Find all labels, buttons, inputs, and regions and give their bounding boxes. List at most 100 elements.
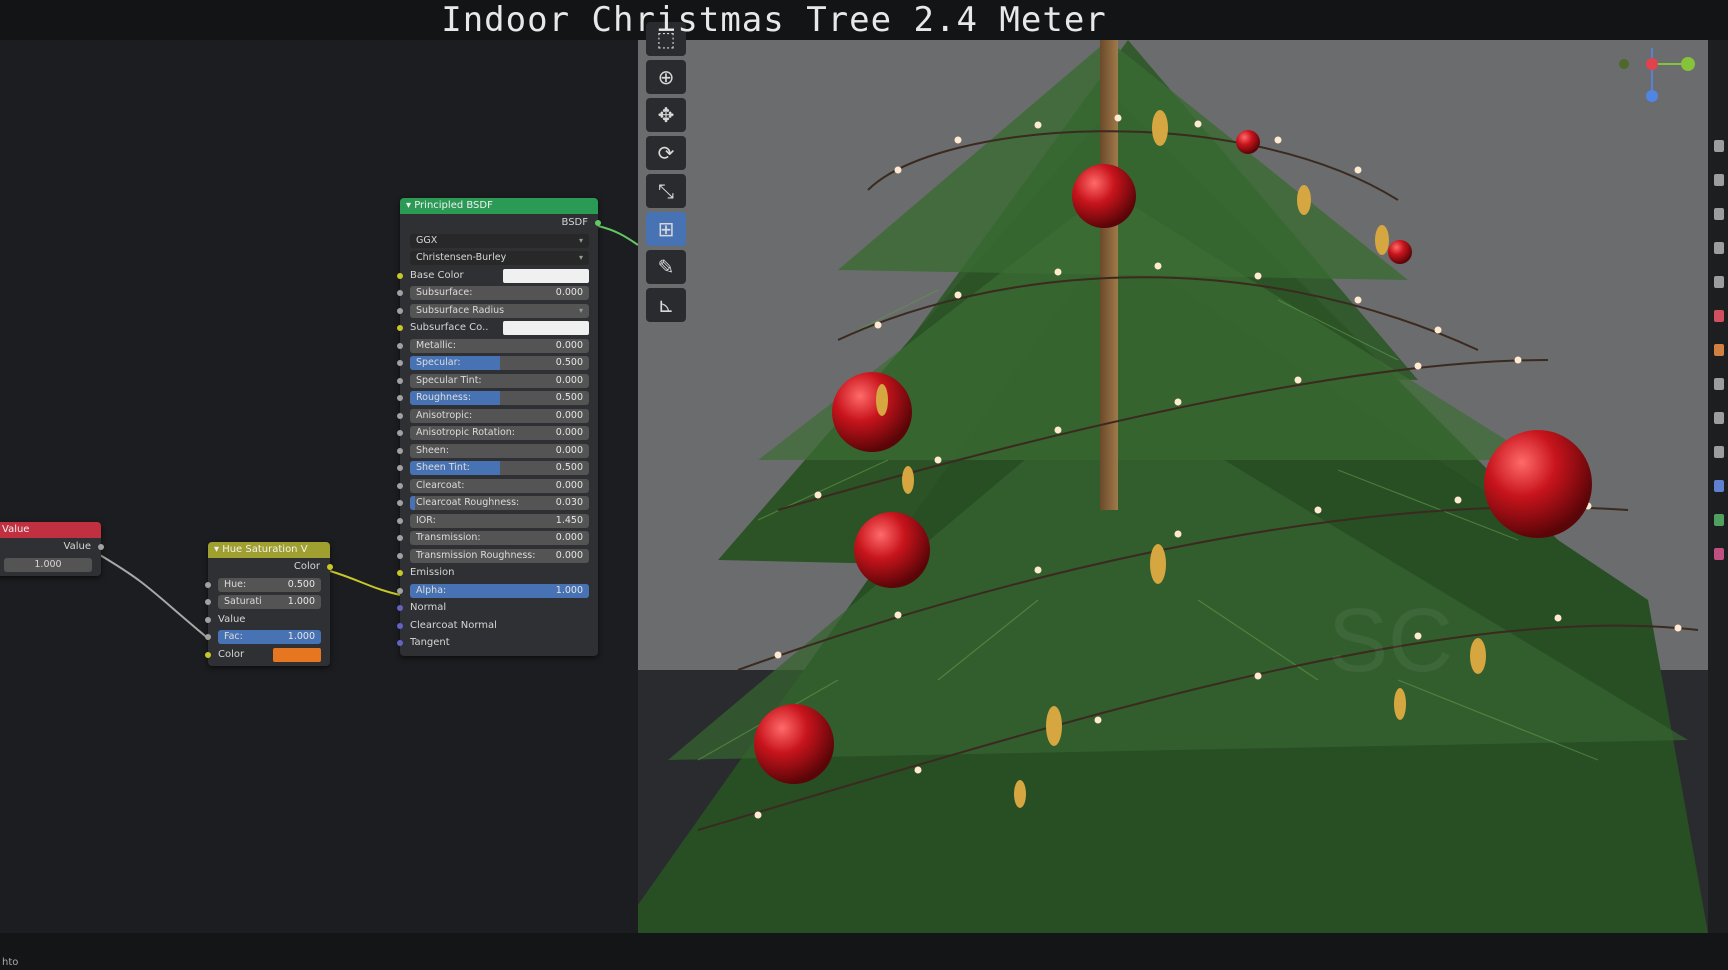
- bsdf-value-field[interactable]: Transmission: 0.000: [410, 531, 589, 545]
- value-input-socket[interactable]: [205, 616, 211, 623]
- principled-bsdf-node[interactable]: ▾ Principled BSDF BSDF GGX ▾ Christensen…: [397, 198, 601, 656]
- hue-node-header[interactable]: ▾ Hue Saturation V: [208, 542, 330, 558]
- watermark: SC: [1328, 591, 1454, 691]
- measure-icon[interactable]: ⊾: [646, 288, 686, 322]
- bsdf-value-field[interactable]: Anisotropic: 0.000: [410, 408, 589, 423]
- node-editor[interactable]: Value Value 1.000 ▾ Hue Saturation V Col…: [0, 40, 638, 933]
- bsdf-input-row: Base Color: [397, 267, 598, 285]
- input-socket[interactable]: [397, 360, 403, 366]
- input-socket[interactable]: [397, 307, 403, 314]
- tool-icon[interactable]: [1714, 378, 1724, 390]
- value-output-socket[interactable]: [98, 544, 104, 550]
- input-socket[interactable]: [397, 640, 403, 646]
- input-socket[interactable]: [397, 395, 403, 401]
- bsdf-value-field[interactable]: Metallic: 0.000: [410, 338, 589, 353]
- field-value: 0.500: [555, 357, 583, 368]
- input-socket[interactable]: [397, 587, 403, 594]
- input-socket[interactable]: [397, 500, 403, 506]
- tool-icon[interactable]: [1714, 480, 1724, 492]
- tool-icon[interactable]: [1714, 242, 1724, 254]
- bsdf-input-row: Transmission: 0.000: [397, 529, 598, 547]
- value-field-value: 1.000: [34, 558, 62, 570]
- color-input-socket[interactable]: [205, 651, 211, 658]
- input-socket[interactable]: [397, 447, 403, 454]
- bsdf-output-socket[interactable]: [595, 220, 601, 226]
- tool-icon[interactable]: [1714, 548, 1724, 560]
- rotate-icon[interactable]: ⟳: [646, 136, 686, 170]
- bsdf-dropdown-field[interactable]: Subsurface Radius ▾: [410, 303, 589, 318]
- tool-icon[interactable]: [1714, 208, 1724, 220]
- viewport-right-strip: [1708, 140, 1728, 620]
- field-label: Specular Tint:: [416, 374, 482, 386]
- transform-icon[interactable]: ⊞: [646, 212, 686, 246]
- bsdf-value-field[interactable]: Sheen Tint: 0.500: [410, 461, 589, 475]
- bsdf-input-row: Alpha: 1.000: [397, 582, 598, 600]
- input-socket[interactable]: [397, 517, 403, 524]
- distribution-dropdown[interactable]: GGX ▾: [410, 233, 589, 248]
- input-socket[interactable]: [397, 552, 403, 559]
- hue-row: Hue: 0.500: [205, 576, 330, 594]
- collapse-arrow-icon[interactable]: ▾: [214, 544, 222, 555]
- tool-icon[interactable]: [1714, 514, 1724, 526]
- navigation-gizmo[interactable]: [1610, 42, 1700, 112]
- input-socket[interactable]: [397, 605, 403, 611]
- scale-icon[interactable]: ⤡: [646, 174, 686, 208]
- input-socket[interactable]: [397, 377, 403, 384]
- input-socket[interactable]: [397, 412, 403, 419]
- color-swatch[interactable]: [503, 321, 589, 335]
- input-socket[interactable]: [397, 482, 403, 489]
- input-socket[interactable]: [397, 465, 403, 471]
- value-field[interactable]: 1.000: [4, 557, 92, 572]
- collapse-arrow-icon[interactable]: ▾: [406, 200, 414, 211]
- input-socket[interactable]: [397, 272, 403, 279]
- color-swatch[interactable]: [273, 647, 321, 662]
- cursor-icon[interactable]: ⊕: [646, 60, 686, 94]
- bsdf-value-field[interactable]: Specular: 0.500: [410, 356, 589, 370]
- bsdf-value-field[interactable]: Sheen: 0.000: [410, 443, 589, 458]
- subsurface-method-dropdown[interactable]: Christensen-Burley ▾: [410, 251, 589, 265]
- color-swatch[interactable]: [503, 268, 589, 283]
- bsdf-value-field[interactable]: Anisotropic Rotation: 0.000: [410, 426, 589, 440]
- christmas-tree-render: [638, 40, 1708, 933]
- bsdf-value-field[interactable]: Clearcoat: 0.000: [410, 478, 589, 493]
- tool-icon[interactable]: [1714, 276, 1724, 288]
- fac-field[interactable]: Fac: 1.000: [218, 630, 321, 644]
- bsdf-value-field[interactable]: Alpha: 1.000: [410, 583, 589, 598]
- input-socket[interactable]: [397, 622, 403, 629]
- bsdf-value-field[interactable]: Subsurface: 0.000: [410, 286, 589, 300]
- hue-node-title: Hue Saturation V: [222, 544, 308, 555]
- hue-field[interactable]: Hue: 0.500: [218, 577, 321, 592]
- tool-icon[interactable]: [1714, 412, 1724, 424]
- tool-icon[interactable]: [1714, 446, 1724, 458]
- move-icon[interactable]: ✥: [646, 98, 686, 132]
- input-socket[interactable]: [397, 325, 403, 331]
- bsdf-value-field[interactable]: IOR: 1.450: [410, 513, 589, 528]
- input-socket[interactable]: [397, 290, 403, 296]
- value-node-output-label: Value: [63, 541, 91, 552]
- link-value-to-hue: [99, 554, 211, 641]
- bsdf-output-label: BSDF: [561, 217, 588, 228]
- bsdf-value-field[interactable]: Roughness: 0.500: [410, 391, 589, 405]
- saturation-input-socket[interactable]: [205, 599, 211, 605]
- tool-icon[interactable]: [1714, 140, 1724, 152]
- value-node[interactable]: Value Value 1.000: [0, 522, 104, 576]
- color-output-socket[interactable]: [327, 564, 333, 570]
- hue-saturation-node[interactable]: ▾ Hue Saturation V Color Hue: 0.500 Satu…: [205, 542, 333, 666]
- bsdf-value-field[interactable]: Transmission Roughness: 0.000: [410, 548, 589, 563]
- fac-input-socket[interactable]: [205, 634, 211, 640]
- tool-icon[interactable]: [1714, 344, 1724, 356]
- input-socket[interactable]: [397, 430, 403, 436]
- bsdf-node-header[interactable]: ▾ Principled BSDF: [400, 198, 598, 214]
- tool-icon[interactable]: [1714, 310, 1724, 322]
- tool-icon[interactable]: [1714, 174, 1724, 186]
- bsdf-value-field[interactable]: Specular Tint: 0.000: [410, 373, 589, 388]
- value-node-header[interactable]: Value: [0, 522, 101, 538]
- bsdf-value-field[interactable]: Clearcoat Roughness: 0.030: [410, 496, 589, 510]
- annotate-icon[interactable]: ✎: [646, 250, 686, 284]
- input-socket[interactable]: [397, 342, 403, 349]
- hue-input-socket[interactable]: [205, 581, 211, 588]
- 3d-viewport[interactable]: SC: [638, 40, 1708, 933]
- saturation-field[interactable]: Saturati 1.000: [218, 595, 321, 609]
- input-socket[interactable]: [397, 535, 403, 541]
- input-socket[interactable]: [397, 570, 403, 576]
